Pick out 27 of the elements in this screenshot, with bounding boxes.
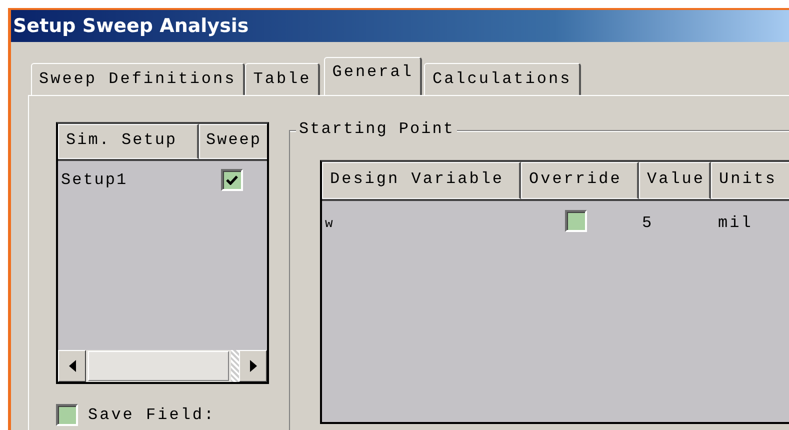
column-header[interactable]: Sim. Setup bbox=[58, 124, 199, 159]
table-cell: mil bbox=[718, 214, 753, 232]
scroll-left-button[interactable] bbox=[58, 350, 86, 382]
group-title: Starting Point bbox=[296, 120, 458, 138]
checkbox-label: Save Field: bbox=[88, 406, 216, 424]
check-icon bbox=[226, 175, 238, 185]
right-arrow-icon bbox=[250, 360, 256, 372]
scroll-right-button[interactable] bbox=[239, 350, 267, 382]
left-arrow-icon bbox=[68, 360, 76, 372]
tab[interactable]: Calculations bbox=[424, 63, 581, 95]
tab[interactable]: General bbox=[324, 57, 422, 95]
table-cell: w bbox=[325, 216, 333, 230]
checkbox[interactable] bbox=[221, 169, 243, 191]
scrollbar-thumb[interactable] bbox=[88, 351, 229, 381]
column-header[interactable]: Design Variable bbox=[322, 162, 521, 199]
column-header[interactable]: Sweep bbox=[199, 124, 267, 159]
checkbox[interactable] bbox=[565, 210, 587, 232]
column-header[interactable]: Override bbox=[521, 162, 639, 199]
checkbox[interactable] bbox=[56, 404, 78, 426]
column-header[interactable]: Units bbox=[711, 162, 789, 199]
scrollbar-track[interactable] bbox=[231, 350, 239, 382]
column-header[interactable]: Value bbox=[639, 162, 711, 199]
tab[interactable]: Sweep Definitions bbox=[31, 63, 246, 95]
window-title: Setup Sweep Analysis bbox=[11, 10, 789, 42]
tab[interactable]: Table bbox=[245, 63, 320, 95]
table-cell: 5 bbox=[642, 214, 654, 232]
table-cell-text: Setup1 bbox=[60, 171, 129, 189]
